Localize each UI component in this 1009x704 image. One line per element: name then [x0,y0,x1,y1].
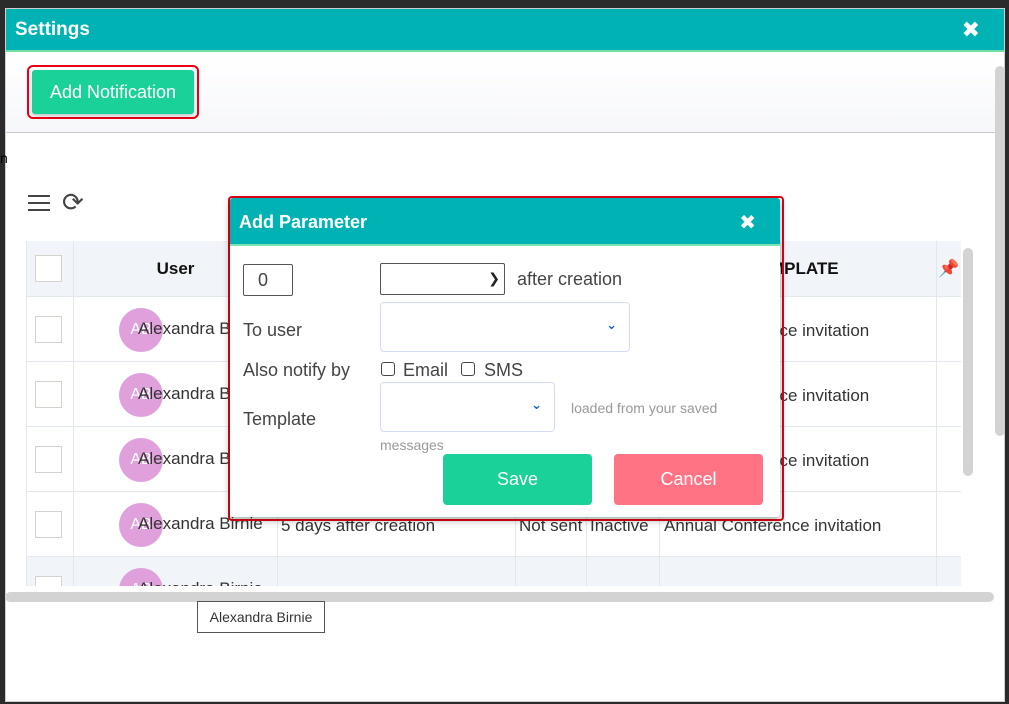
email-checkbox[interactable] [381,362,395,376]
toolbar: Add Notification [6,54,996,133]
user-name: Alexandra Birnie [138,579,263,586]
offset-input[interactable]: 0 [243,264,293,296]
row-checkbox[interactable] [35,576,62,586]
window-scrollbar[interactable] [995,66,1004,436]
template-name: nce invitation [770,321,870,340]
cancel-button[interactable]: Cancel [614,454,763,505]
user-name: Alexandra B [138,384,231,403]
template-hint: loaded from your saved [571,400,718,416]
dialog-title: Add Parameter [239,212,368,232]
clipped-text: n [0,150,8,166]
template-name: nce invitation [770,451,870,470]
to-user-select[interactable]: ⌄ [380,302,630,352]
grid-vertical-scrollbar[interactable] [963,248,973,476]
user-name: Alexandra B [138,319,231,338]
close-icon[interactable]: ✖ [962,17,980,43]
chevron-down-icon: ❯ [488,270,500,286]
email-label: Email [403,360,449,380]
add-notification-label: Add Notification [32,70,194,114]
refresh-icon[interactable]: ⟳ [62,189,84,215]
template-select[interactable]: ⌄ [380,382,555,432]
template-label: Template [243,409,317,429]
table-row[interactable]: AB Alexandra Birnie [27,557,961,586]
save-button[interactable]: Save [443,454,592,505]
row-checkbox[interactable] [35,316,62,343]
hamburger-icon[interactable] [28,195,50,213]
window-title: Settings [15,19,90,40]
unit-select[interactable]: ❯ [380,263,505,295]
tooltip: Alexandra Birnie [197,601,325,633]
template-name: nce invitation [770,386,870,405]
template-hint-continued: messages [380,437,444,453]
pin-icon[interactable]: 📌 [937,241,961,296]
grid-horizontal-scrollbar[interactable] [5,592,994,602]
to-user-label: To user [243,320,303,340]
row-checkbox[interactable] [35,381,62,408]
sms-checkbox[interactable] [461,362,475,376]
dialog-header: Add Parameter ✖ [230,198,780,246]
select-all-checkbox[interactable] [35,255,62,282]
row-checkbox[interactable] [35,446,62,473]
add-parameter-dialog: Add Parameter ✖ 0 ❯ after creation To us… [230,198,780,517]
also-notify-label: Also notify by [243,360,351,380]
chevron-down-icon: ⌄ [606,317,617,332]
add-notification-button[interactable]: Add Notification [27,65,199,119]
chevron-down-icon: ⌄ [531,397,542,412]
title-bar: Settings ✖ [6,9,1004,52]
row-checkbox[interactable] [35,511,62,538]
user-name: Alexandra B [138,449,231,468]
sms-label: SMS [484,360,524,380]
close-icon[interactable]: ✖ [739,210,756,235]
after-creation-label: after creation [517,269,623,289]
